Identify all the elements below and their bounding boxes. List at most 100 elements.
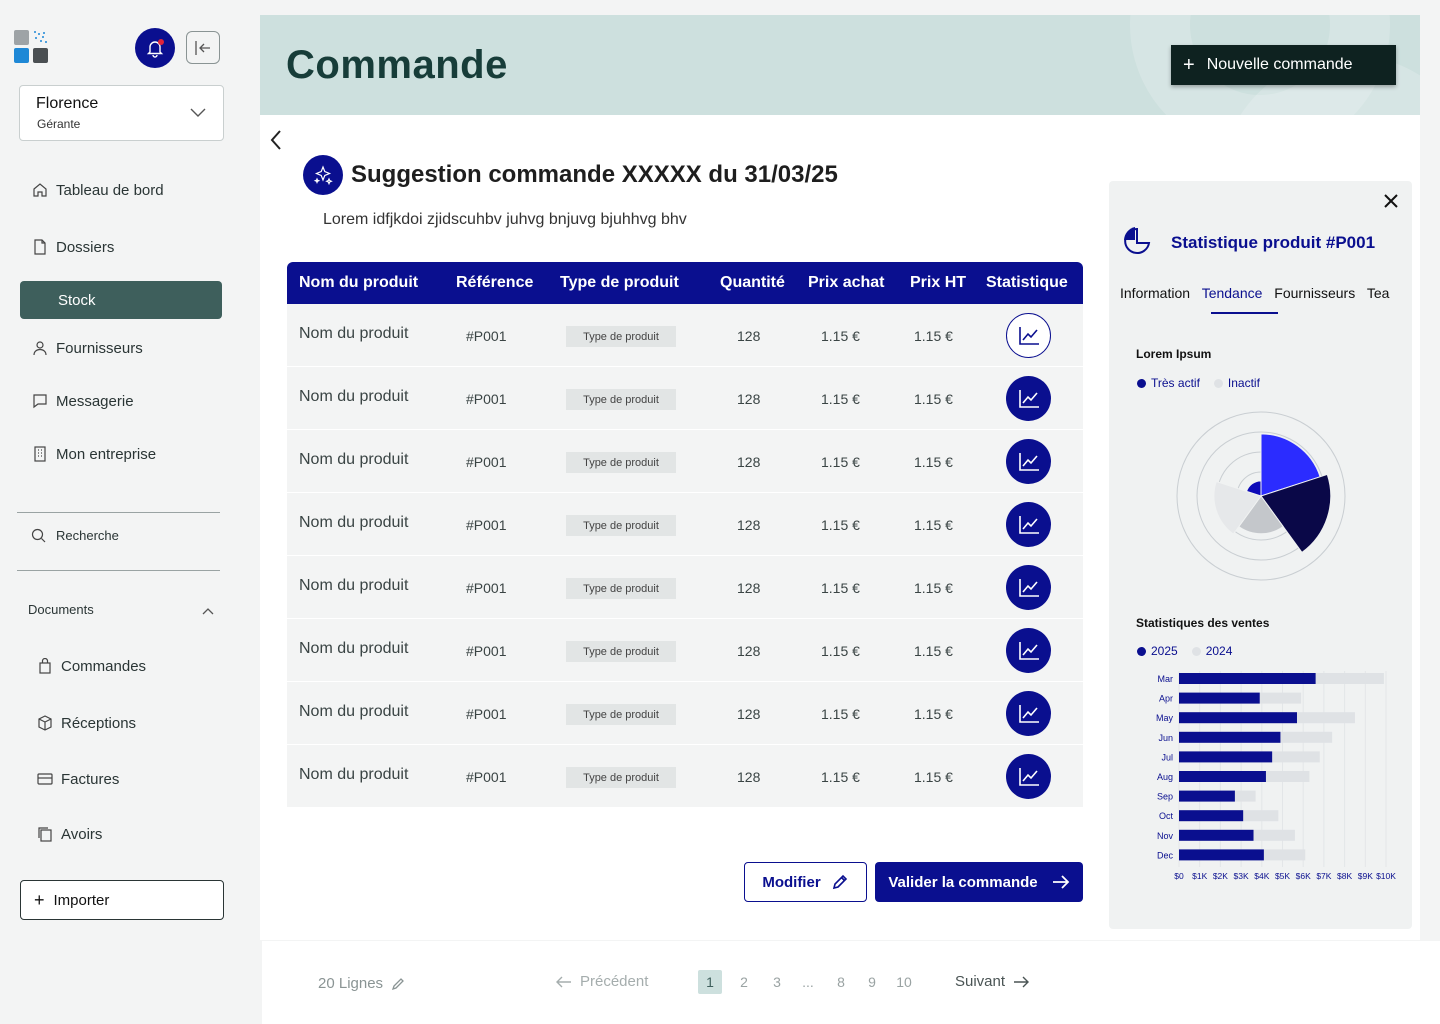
product-name: Nom du produit <box>299 703 409 720</box>
product-name: Nom du produit <box>299 577 409 594</box>
column-header[interactable]: Prix achat <box>808 274 884 292</box>
polar-chart <box>1176 411 1346 581</box>
legend-label: 2024 <box>1205 644 1233 658</box>
column-header[interactable]: Type de produit <box>560 274 679 292</box>
page-number[interactable]: 2 <box>732 970 756 994</box>
sidebar-item-label: Commandes <box>61 657 147 675</box>
quantity: 128 <box>737 643 761 659</box>
page-number[interactable]: 8 <box>829 970 853 994</box>
table-row[interactable]: Nom du produit #P001 Type de produit 128 1.1… <box>287 304 1083 367</box>
back-arrow-icon[interactable] <box>268 127 284 153</box>
polar-legend: Très actif Inactif <box>1137 376 1274 390</box>
sidebar-item-stock[interactable]: Stock <box>20 281 222 319</box>
statistics-button[interactable] <box>1006 439 1051 484</box>
sidebar-item-receptions[interactable]: Réceptions <box>25 704 227 742</box>
line-chart-icon <box>1018 767 1039 786</box>
pagination-bar: 20 Lignes Précédent 1 2 3... 8 9 10 Suivant <box>262 941 1440 1024</box>
x-tick-label: $9K <box>1358 871 1373 881</box>
modify-label: Modifier <box>762 873 821 891</box>
suggestion-description: Lorem idfjkdoi zjidscuhbv juhvg bnjuvg b… <box>323 211 687 228</box>
tab-tea[interactable]: Tea <box>1367 285 1390 301</box>
product-ref: #P001 <box>466 517 507 533</box>
sidebar-item-dossiers[interactable]: Dossiers <box>20 228 222 266</box>
category-label: Aug <box>1157 772 1173 782</box>
category-label: Mar <box>1158 674 1174 684</box>
product-type-tag: Type de produit <box>566 767 676 788</box>
validate-order-button[interactable]: Valider la commande <box>875 862 1083 902</box>
rows-per-page[interactable]: 20 Lignes <box>318 975 406 992</box>
active-tab-indicator <box>1211 312 1278 314</box>
statistics-button[interactable] <box>1006 691 1051 736</box>
column-header[interactable]: Quantité <box>720 274 785 292</box>
buy-price: 1.15 € <box>821 643 860 659</box>
sidebar-item-entreprise[interactable]: Mon entreprise <box>20 435 222 473</box>
sales-chart-title: Statistiques des ventes <box>1136 616 1270 630</box>
buy-price: 1.15 € <box>821 391 860 407</box>
sidebar-item-fournisseurs[interactable]: Fournisseurs <box>20 329 222 367</box>
statistics-button[interactable] <box>1006 313 1051 358</box>
sidebar-item-factures[interactable]: Factures <box>25 760 227 798</box>
suggestion-title: Suggestion commande XXXXX du 31/03/25 <box>351 161 838 188</box>
x-tick-label: $8K <box>1337 871 1352 881</box>
documents-label: Documents <box>28 602 94 617</box>
product-ref: #P001 <box>466 643 507 659</box>
statistics-button[interactable] <box>1006 565 1051 610</box>
new-order-button[interactable]: + Nouvelle commande <box>1171 45 1396 85</box>
next-page-button[interactable]: Suivant <box>955 973 1030 990</box>
documents-section-toggle[interactable]: Documents <box>28 602 218 617</box>
tab-fournisseurs[interactable]: Fournisseurs <box>1274 285 1355 301</box>
panel-title: Statistique produit #P001 <box>1171 233 1376 252</box>
price-ht: 1.15 € <box>914 769 953 785</box>
column-header[interactable]: Prix HT <box>910 274 966 292</box>
close-icon[interactable] <box>1383 193 1399 209</box>
import-label: Importer <box>53 891 110 909</box>
column-header[interactable]: Statistique <box>986 274 1068 292</box>
page-number[interactable]: 10 <box>892 970 916 994</box>
page-number[interactable]: 3 <box>765 970 789 994</box>
line-chart-icon <box>1018 704 1039 723</box>
collapse-sidebar-button[interactable] <box>186 31 220 64</box>
column-header[interactable]: Nom du produit <box>299 274 418 292</box>
bar-2025 <box>1179 849 1264 861</box>
buy-price: 1.15 € <box>821 580 860 596</box>
sidebar-item-dashboard[interactable]: Tableau de bord <box>20 171 222 209</box>
tab-information[interactable]: Information <box>1120 285 1190 301</box>
table-row[interactable]: Nom du produit #P001 Type de produit 128 1.1… <box>287 430 1083 493</box>
x-tick-label: $1K <box>1192 871 1207 881</box>
buy-price: 1.15 € <box>821 517 860 533</box>
previous-page-button[interactable]: Précédent <box>556 973 648 990</box>
statistics-button[interactable] <box>1006 376 1051 421</box>
column-header[interactable]: Référence <box>456 274 533 292</box>
table-row[interactable]: Nom du produit #P001 Type de produit 128 1.1… <box>287 682 1083 745</box>
collapse-icon <box>195 40 210 55</box>
sidebar-item-label: Tableau de bord <box>56 181 164 199</box>
table-row[interactable]: Nom du produit #P001 Type de produit 128 1.1… <box>287 556 1083 619</box>
copy-icon <box>38 827 52 842</box>
file-icon <box>34 239 46 255</box>
sidebar-item-messagerie[interactable]: Messagerie <box>20 382 222 420</box>
modify-button[interactable]: Modifier <box>744 862 867 902</box>
user-selector[interactable]: Florence Gérante <box>19 85 224 141</box>
product-name: Nom du produit <box>299 325 409 342</box>
search-link[interactable]: Recherche <box>31 528 119 543</box>
table-row[interactable]: Nom du produit #P001 Type de produit 128 1.1… <box>287 493 1083 556</box>
notifications-button[interactable] <box>135 28 175 68</box>
user-role: Gérante <box>37 117 81 131</box>
product-name: Nom du produit <box>299 451 409 468</box>
page-number[interactable]: 1 <box>698 970 722 994</box>
page-number[interactable]: 9 <box>860 970 884 994</box>
statistics-button[interactable] <box>1006 628 1051 673</box>
table-row[interactable]: Nom du produit #P001 Type de produit 128 1.1… <box>287 619 1083 682</box>
table-row[interactable]: Nom du produit #P001 Type de produit 128 1.1… <box>287 367 1083 430</box>
product-stats-panel: Statistique produit #P001 Information Te… <box>1109 181 1412 929</box>
import-button[interactable]: + Importer <box>20 880 224 920</box>
sidebar-item-avoirs[interactable]: Avoirs <box>25 815 227 853</box>
tab-tendance[interactable]: Tendance <box>1202 285 1263 301</box>
statistics-button[interactable] <box>1006 502 1051 547</box>
statistics-button[interactable] <box>1006 754 1051 799</box>
bar-2025 <box>1179 692 1260 704</box>
sidebar-item-commandes[interactable]: Commandes <box>25 647 227 685</box>
bar-2025 <box>1179 771 1266 782</box>
table-row[interactable]: Nom du produit #P001 Type de produit 128 1.1… <box>287 745 1083 808</box>
page-header: Commande + Nouvelle commande <box>260 15 1420 115</box>
